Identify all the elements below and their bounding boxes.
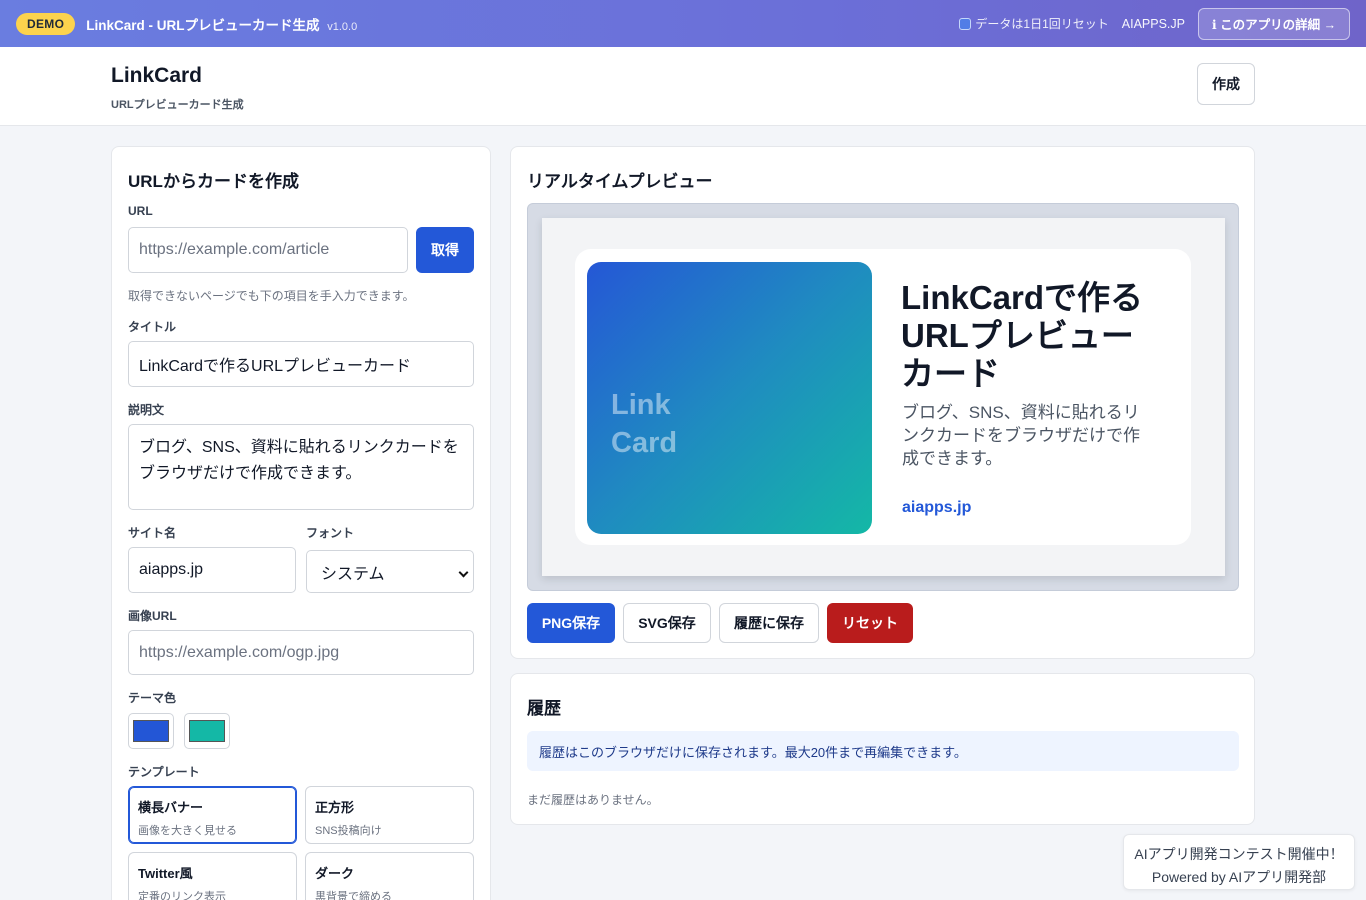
form-panel-title: URLからカードを作成 [128, 172, 299, 191]
template-desc: SNS投稿向け [315, 825, 382, 837]
description-textarea[interactable]: ブログ、SNS、資料に貼れるリンクカードをブラウザだけで作成できます。 [128, 424, 474, 510]
aiapps-link[interactable]: AIAPPS.JP [1122, 17, 1185, 31]
form-panel: URLからカードを作成 URL https://example.com/arti… [111, 146, 491, 900]
create-button[interactable]: 作成 [1197, 63, 1255, 105]
preview-title: リアルタイムプレビュー [527, 172, 713, 191]
app-detail-button[interactable]: ℹ このアプリの詳細 → [1198, 7, 1350, 40]
card-image-text: Link Card [611, 389, 678, 459]
image-url-label: 画像URL [128, 609, 177, 623]
description-label: 説明文 [128, 403, 165, 417]
font-select[interactable]: システム [306, 550, 474, 593]
color-swatch-primary [133, 720, 169, 742]
card-description: ブログ、SNS、資料に貼れるリンクカードをブラウザだけで作成できます。 [902, 403, 1140, 468]
template-option-banner[interactable]: 横長バナー 画像を大きく見せる [128, 786, 297, 844]
theme-color-primary[interactable] [128, 713, 174, 749]
template-name: Twitter風 [138, 866, 193, 881]
template-option-square[interactable]: 正方形 SNS投稿向け [305, 786, 474, 844]
preview-panel: リアルタイムプレビュー Link Card LinkCardで作るURLプレビュ… [510, 146, 1255, 659]
history-title: 履歴 [527, 699, 561, 718]
template-option-twitter[interactable]: Twitter風 定番のリンク表示 [128, 852, 297, 900]
chevron-down-icon [458, 567, 469, 578]
theme-color-secondary[interactable] [184, 713, 230, 749]
title-label: タイトル [128, 320, 177, 334]
preview-actions: PNG保存 SVG保存 履歴に保存 リセット [527, 603, 913, 643]
image-url-input[interactable]: https://example.com/ogp.jpg [128, 630, 474, 675]
demo-bar-right: データは1日1回リセット AIAPPS.JP ℹ このアプリの詳細 → [959, 7, 1350, 40]
demo-app-title: LinkCard - URLプレビューカード生成 v1.0.0 [86, 14, 357, 34]
app-header: LinkCard URLプレビューカード生成 作成 [0, 47, 1366, 126]
card-image: Link Card [587, 262, 872, 534]
font-label: フォント [306, 526, 355, 540]
brand-name[interactable]: LinkCard [111, 64, 244, 88]
svg-save-button[interactable]: SVG保存 [623, 603, 711, 643]
version-label: v1.0.0 [327, 20, 358, 33]
template-option-dark[interactable]: ダーク 黒背景で締める [305, 852, 474, 900]
title-input[interactable]: LinkCardで作るURLプレビューカード [128, 341, 474, 387]
demo-badge: DEMO [16, 12, 76, 35]
history-panel: 履歴 履歴はこのブラウザだけに保存されます。最大20件まで再編集できます。 まだ… [510, 673, 1255, 825]
fetch-hint: 取得できないページでも下の項目を手入力できます。 [128, 289, 415, 303]
template-name: 横長バナー [138, 800, 204, 815]
demo-bar: DEMO LinkCard - URLプレビューカード生成 v1.0.0 データ… [0, 0, 1366, 47]
reset-button[interactable]: リセット [827, 603, 913, 643]
history-note: 履歴はこのブラウザだけに保存されます。最大20件まで再編集できます。 [527, 731, 1239, 771]
contest-badge[interactable]: AIアプリ開発コンテスト開催中！ Powered by AIアプリ開発部 [1123, 834, 1355, 890]
template-desc: 画像を大きく見せる [138, 825, 237, 837]
save-history-button[interactable]: 履歴に保存 [719, 603, 819, 643]
preview-canvas: Link Card LinkCardで作るURLプレビューカード ブログ、SNS… [542, 218, 1225, 576]
font-select-value: システム [321, 565, 385, 583]
brand: LinkCard URLプレビューカード生成 [111, 64, 244, 112]
site-name-input[interactable]: aiapps.jp [128, 547, 296, 593]
demo-app-title-text: LinkCard - URLプレビューカード生成 [86, 17, 320, 33]
card-title: LinkCardで作るURLプレビューカード [901, 279, 1144, 392]
site-name-label: サイト名 [128, 526, 177, 540]
contest-line2: Powered by AIアプリ開発部 [1151, 869, 1327, 885]
history-empty-message: まだ履歴はありません。 [527, 793, 659, 807]
card-site: aiapps.jp [902, 499, 972, 516]
refresh-icon [959, 17, 972, 30]
template-desc: 定番のリンク表示 [138, 891, 226, 900]
template-desc: 黒背景で締める [315, 891, 392, 900]
png-save-button[interactable]: PNG保存 [527, 603, 615, 643]
reset-note-text: データは1日1回リセット [975, 17, 1109, 31]
reset-note: データは1日1回リセット [959, 15, 1109, 32]
template-name: ダーク [315, 866, 355, 881]
contest-line1: AIアプリ開発コンテスト開催中！ [1134, 846, 1344, 862]
fetch-button[interactable]: 取得 [416, 227, 474, 273]
theme-color-label: テーマ色 [128, 691, 177, 705]
url-input[interactable]: https://example.com/article [128, 227, 408, 273]
template-label: テンプレート [128, 765, 200, 779]
preview-stage: Link Card LinkCardで作るURLプレビューカード ブログ、SNS… [527, 203, 1239, 591]
url-label: URL [128, 204, 153, 218]
template-name: 正方形 [315, 800, 355, 815]
brand-subtitle: URLプレビューカード生成 [111, 99, 244, 111]
color-swatch-secondary [189, 720, 225, 742]
link-card: Link Card LinkCardで作るURLプレビューカード ブログ、SNS… [575, 249, 1191, 545]
